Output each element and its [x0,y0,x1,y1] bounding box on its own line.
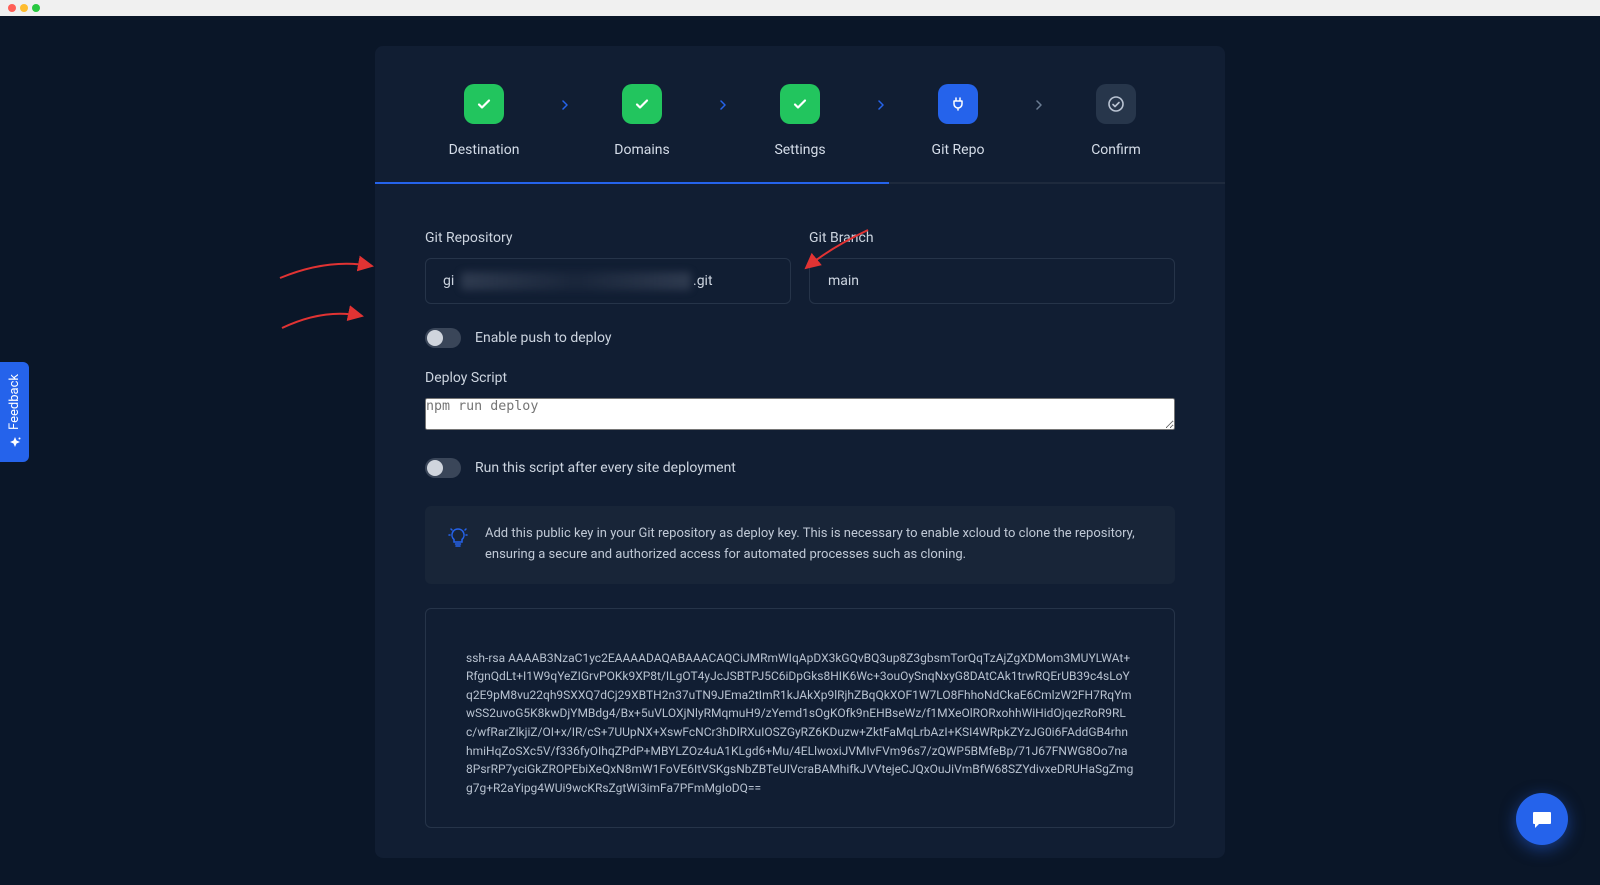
stepper: Destination Domains Settings [375,46,1225,158]
feedback-tab[interactable]: Feedback [0,362,29,462]
lightbulb-icon [447,526,469,548]
push-to-deploy-toggle[interactable] [425,328,461,348]
git-repository-input[interactable] [425,258,791,304]
git-branch-label: Git Branch [809,230,1175,246]
wizard-panel: Destination Domains Settings [375,46,1225,858]
info-text: Add this public key in your Git reposito… [485,524,1153,566]
window-maximize-icon[interactable] [32,4,40,12]
step-git-repo[interactable]: Git Repo [879,84,1037,158]
annotation-arrow-icon [278,252,378,280]
step-settings[interactable]: Settings [721,84,879,158]
circle-check-icon [1096,84,1136,124]
step-label: Confirm [1091,142,1141,158]
info-callout: Add this public key in your Git reposito… [425,506,1175,584]
run-script-toggle[interactable] [425,458,461,478]
plug-icon [938,84,978,124]
stepper-progress-bar [375,182,1225,184]
push-to-deploy-label: Enable push to deploy [475,330,611,346]
check-icon [780,84,820,124]
run-script-label: Run this script after every site deploym… [475,460,736,476]
check-icon [622,84,662,124]
step-label: Git Repo [932,142,985,158]
step-label: Domains [614,142,669,158]
window-close-icon[interactable] [8,4,16,12]
ssh-key-box: ssh-rsa AAAAB3NzaC1yc2EAAAADAQABAAACAQCi… [425,608,1175,829]
step-confirm[interactable]: Confirm [1037,84,1195,158]
feedback-label: Feedback [7,374,22,430]
check-icon [464,84,504,124]
deploy-script-textarea[interactable] [425,398,1175,430]
annotation-arrow-icon [280,304,368,330]
ssh-key-text[interactable]: ssh-rsa AAAAB3NzaC1yc2EAAAADAQABAAACAQCi… [466,649,1134,798]
deploy-script-label: Deploy Script [425,370,1175,386]
step-label: Destination [449,142,520,158]
git-branch-input[interactable] [809,258,1175,304]
git-repository-label: Git Repository [425,230,791,246]
step-destination[interactable]: Destination [405,84,563,158]
step-label: Settings [774,142,825,158]
window-minimize-icon[interactable] [20,4,28,12]
window-titlebar [0,0,1600,16]
step-domains[interactable]: Domains [563,84,721,158]
chat-icon [1530,807,1554,831]
sparkle-icon [8,436,22,450]
chat-button[interactable] [1516,793,1568,845]
